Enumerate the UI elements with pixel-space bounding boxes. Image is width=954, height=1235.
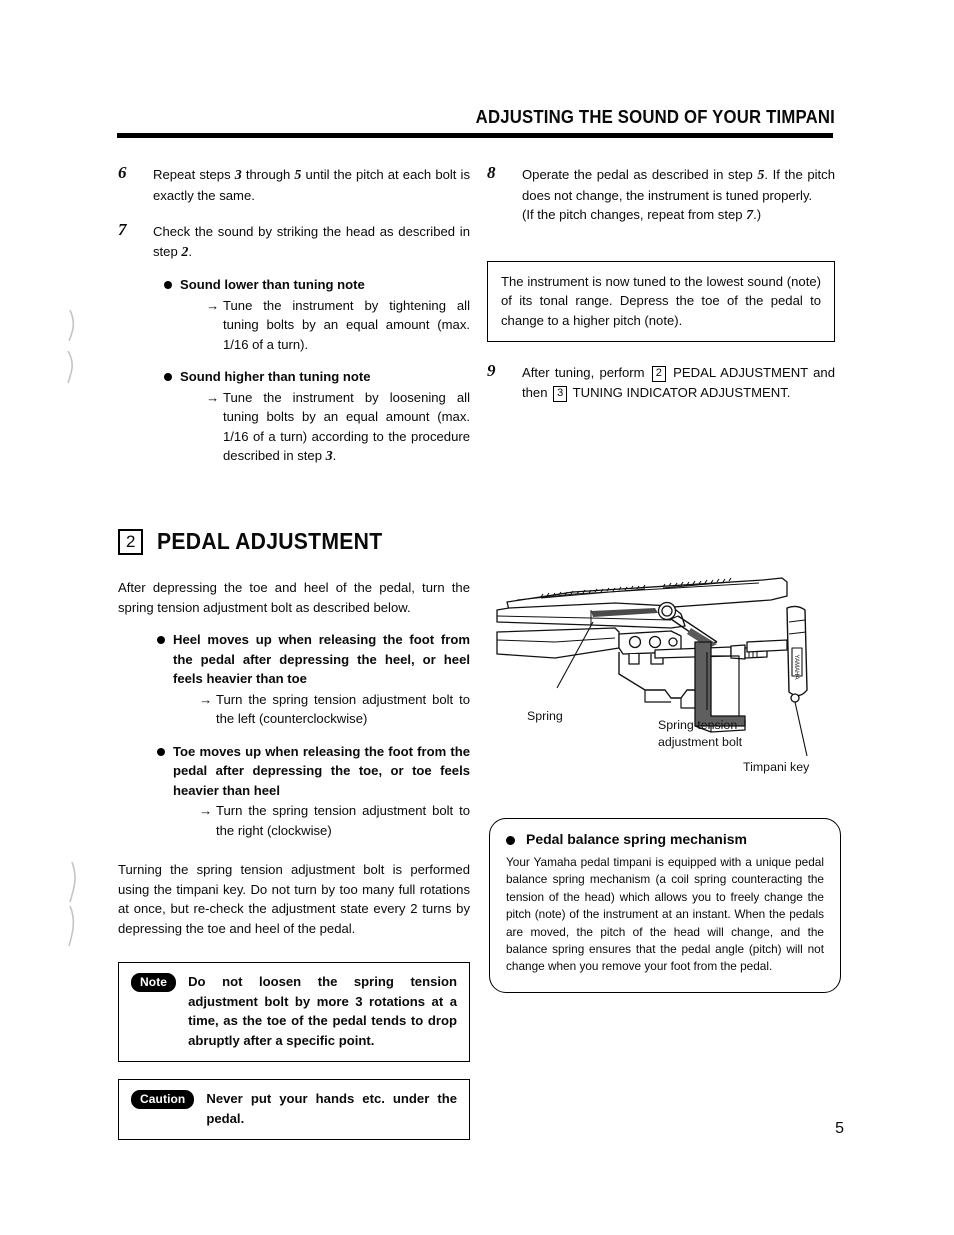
step-7-text: Check the sound by striking the head as … bbox=[153, 224, 470, 260]
bullet-sound-lower-heading: Sound lower than tuning note bbox=[180, 277, 365, 292]
bullet-sound-lower-detail: → Tune the instrument by tightening all … bbox=[206, 297, 470, 352]
key-brand-text: YAMAHA bbox=[793, 655, 799, 680]
tuned-info-box: The instrument is now tuned to the lowes… bbox=[487, 260, 835, 342]
arrow-icon: → bbox=[199, 803, 213, 818]
step-8: 8 Operate the pedal as described in step… bbox=[487, 163, 836, 226]
bullet-dot-icon bbox=[157, 636, 165, 644]
figure-label-bolt-line2: adjustment bolt bbox=[658, 735, 743, 749]
bullet-sound-higher-detail: → Tune the instrument by loosening all t… bbox=[206, 389, 470, 465]
arrow-icon: → bbox=[206, 297, 220, 313]
bullet-toe-heading: Toe moves up when releasing the foot fro… bbox=[173, 743, 470, 798]
right-column-top: 8 Operate the pedal as described in step… bbox=[487, 163, 836, 419]
section-number: 2 bbox=[118, 528, 144, 555]
step-8-note: (If the pitch changes, repeat from step … bbox=[522, 207, 762, 223]
section-ref-2: 2 bbox=[651, 366, 666, 382]
note-text: Do not loosen the spring tension adjustm… bbox=[188, 974, 457, 1048]
scan-artifact-top bbox=[67, 309, 75, 384]
caution-badge: Caution bbox=[131, 1090, 195, 1109]
section-ref-3: 3 bbox=[553, 385, 568, 402]
bullet-sound-higher: Sound higher than tuning note → Tune the… bbox=[153, 367, 470, 467]
pedal-mechanism-figure: YAMAHA Spring Spring tension adjustment … bbox=[495, 570, 840, 805]
arrow-icon: → bbox=[199, 691, 213, 707]
step-6: 6 Repeat steps 3 through 5 until the pit… bbox=[118, 163, 471, 205]
pedal-balance-spring-heading: Pedal balance spring mechanism bbox=[506, 831, 824, 847]
manual-page: ADJUSTING THE SOUND OF YOUR TIMPANI 6 Re… bbox=[0, 0, 954, 1235]
bullet-dot-icon bbox=[164, 373, 172, 381]
step-9-text: After tuning, perform 2 PEDAL ADJUSTMENT… bbox=[522, 365, 835, 402]
bullet-toe-detail: → Turn the spring tension adjustment bol… bbox=[199, 803, 470, 838]
page-header-title: ADJUSTING THE SOUND OF YOUR TIMPANI bbox=[475, 107, 835, 127]
left-column-section: After depressing the toe and heel of the… bbox=[118, 578, 470, 1140]
page-number: 5 bbox=[835, 1120, 844, 1137]
left-column-top: 6 Repeat steps 3 through 5 until the pit… bbox=[118, 163, 471, 484]
bullet-heel-moves-up: Heel moves up when releasing the foot fr… bbox=[146, 630, 470, 729]
section-heading: 2 PEDAL ADJUSTMENT bbox=[118, 528, 403, 555]
step-8-number: 8 bbox=[487, 163, 496, 182]
bullet-sound-higher-heading: Sound higher than tuning note bbox=[180, 369, 371, 384]
figure-label-bolt-line1: Spring tension bbox=[658, 718, 738, 732]
caution-box: Caution Never put your hands etc. under … bbox=[118, 1079, 470, 1140]
step-6-number: 6 bbox=[118, 163, 127, 182]
bullet-dot-icon bbox=[506, 836, 515, 845]
step-6-text: Repeat steps 3 through 5 until the pitch… bbox=[153, 167, 471, 203]
pedal-balance-spring-box: Pedal balance spring mechanism Your Yama… bbox=[489, 818, 841, 993]
bullet-dot-icon bbox=[157, 747, 165, 756]
bullet-toe-moves-up: Toe moves up when releasing the foot fro… bbox=[146, 742, 470, 841]
figure-label-spring: Spring bbox=[527, 709, 563, 723]
pedal-balance-spring-body: Your Yamaha pedal timpani is equipped wi… bbox=[506, 855, 824, 974]
step-9: 9 After tuning, perform 2 PEDAL ADJUSTME… bbox=[487, 361, 835, 402]
section-title: PEDAL ADJUSTMENT bbox=[157, 528, 383, 554]
bullet-sound-lower: Sound lower than tuning note → Tune the … bbox=[153, 275, 470, 354]
bullet-heel-detail: → Turn the spring tension adjustment bol… bbox=[199, 691, 470, 727]
step-7-number: 7 bbox=[118, 220, 127, 239]
scan-artifact-bottom bbox=[68, 861, 76, 947]
section-closing-paragraph: Turning the spring tension adjustment bo… bbox=[118, 862, 470, 936]
note-box: Note Do not loosen the spring tension ad… bbox=[118, 962, 470, 1062]
step-7: 7 Check the sound by striking the head a… bbox=[118, 220, 470, 467]
caution-text: Never put your hands etc. under the peda… bbox=[206, 1091, 457, 1126]
header-rule bbox=[117, 133, 833, 138]
step-9-number: 9 bbox=[487, 361, 496, 380]
section-intro: After depressing the toe and heel of the… bbox=[118, 580, 470, 615]
arrow-icon: → bbox=[206, 389, 220, 405]
figure-label-timpani-key: Timpani key bbox=[743, 760, 810, 774]
note-badge: Note bbox=[131, 973, 177, 992]
bullet-heel-heading: Heel moves up when releasing the foot fr… bbox=[173, 632, 470, 686]
step-8-text: Operate the pedal as described in step 5… bbox=[522, 167, 836, 203]
bullet-dot-icon bbox=[164, 281, 172, 289]
